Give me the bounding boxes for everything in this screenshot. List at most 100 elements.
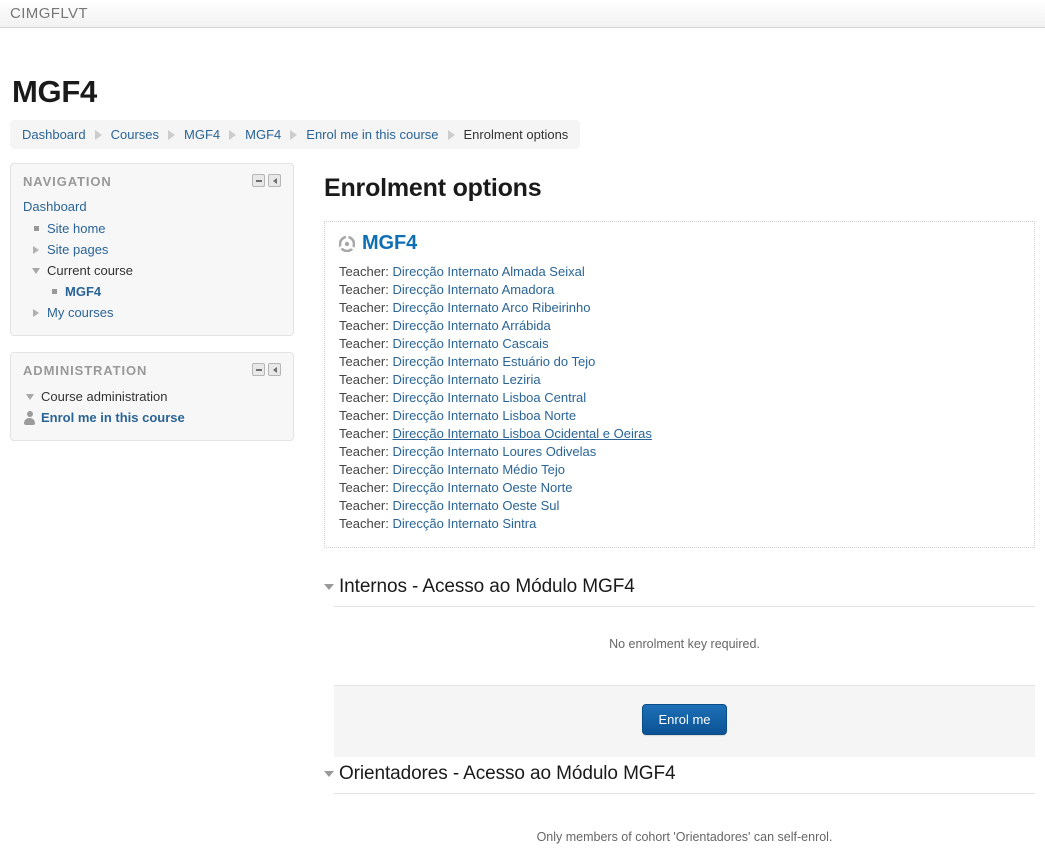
chevron-down-icon[interactable] [324,584,334,590]
chevron-right-icon[interactable] [29,246,43,254]
list-item: Site home [23,218,281,239]
teacher-link[interactable]: Direcção Internato Leziria [393,372,541,387]
square-bullet-icon [47,289,61,294]
teacher-link[interactable]: Direcção Internato Estuário do Tejo [393,354,596,369]
enrol-me-button[interactable]: Enrol me [642,704,726,735]
list-item: MGF4 [23,281,281,302]
site-brand[interactable]: CIMGFLVT [10,5,88,22]
enrolment-method-orientadores: Orientadores - Acesso ao Módulo MGF4 Onl… [324,761,1035,865]
teacher-label: Teacher: [339,300,389,315]
sidebar-item-label[interactable]: Site home [47,220,106,237]
teacher-label: Teacher: [339,516,389,531]
teacher-link[interactable]: Direcção Internato Oeste Sul [393,498,560,513]
sidebar-item-current-course[interactable]: Current course [23,260,281,281]
teacher-link[interactable]: Direcção Internato Arrábida [393,318,551,333]
teacher-row: Teacher: Direcção Internato Médio Tejo [339,461,1020,479]
teacher-row: Teacher: Direcção Internato Loures Odive… [339,443,1020,461]
breadcrumb-separator-icon [95,130,102,140]
breadcrumb-separator-icon [448,130,455,140]
teacher-link[interactable]: Direcção Internato Loures Odivelas [393,444,597,459]
chevron-down-icon[interactable] [29,268,43,274]
navigation-block-title: NAVIGATION [23,174,112,189]
sidebar-item-course-administration[interactable]: Course administration [23,386,281,407]
teacher-link[interactable]: Direcção Internato Sintra [393,516,537,531]
collapse-icon[interactable] [252,363,265,376]
page-title: MGF4 [12,74,1035,110]
teacher-label: Teacher: [339,462,389,477]
enrolment-actions: Enrol me [334,685,1035,757]
sidebar-item-my-courses[interactable]: My courses [23,302,281,323]
teacher-row: Teacher: Direcção Internato Cascais [339,335,1020,353]
sidebar-item-label[interactable]: Site pages [47,241,108,258]
teacher-label: Teacher: [339,390,389,405]
enrolment-method-body: Only members of cohort 'Orientadores' ca… [334,793,1035,865]
breadcrumb-item-enrol-me[interactable]: Enrol me in this course [306,127,438,142]
administration-block-title: ADMINISTRATION [23,363,147,378]
teacher-link[interactable]: Direcção Internato Lisboa Norte [393,408,577,423]
sidebar-item-site-pages[interactable]: Site pages [23,239,281,260]
teacher-row: Teacher: Direcção Internato Almada Seixa… [339,263,1020,281]
sidebar-item-dashboard[interactable]: Dashboard [23,197,281,218]
teacher-link[interactable]: Direcção Internato Cascais [393,336,549,351]
teacher-link[interactable]: Direcção Internato Arco Ribeirinho [393,300,591,315]
enrolment-method-body: No enrolment key required. Enrol me [334,606,1035,757]
page-columns: NAVIGATION Dashboard Site home [10,163,1035,865]
enrolment-cohort-message: Only members of cohort 'Orientadores' ca… [334,794,1035,865]
teacher-row: Teacher: Direcção Internato Oeste Sul [339,497,1020,515]
content-heading: Enrolment options [324,174,1035,203]
breadcrumb-item-course-mgf4[interactable]: MGF4 [245,127,281,142]
teacher-row: Teacher: Direcção Internato Leziria [339,371,1020,389]
teacher-label: Teacher: [339,498,389,513]
breadcrumb-item-enrolment-options: Enrolment options [464,127,569,142]
enrolment-method-header[interactable]: Orientadores - Acesso ao Módulo MGF4 [324,761,1035,793]
teacher-link[interactable]: Direcção Internato Amadora [393,282,555,297]
teacher-link[interactable]: Direcção Internato Médio Tejo [393,462,565,477]
breadcrumb-item-courses[interactable]: Courses [111,127,159,142]
teacher-label: Teacher: [339,318,389,333]
sidebar: NAVIGATION Dashboard Site home [10,163,294,457]
list-item: Site pages [23,239,281,260]
breadcrumb-item-dashboard[interactable]: Dashboard [22,127,86,142]
teacher-row: Teacher: Direcção Internato Arrábida [339,317,1020,335]
breadcrumb-separator-icon [229,130,236,140]
sidebar-item-site-home[interactable]: Site home [23,218,281,239]
teacher-link[interactable]: Direcção Internato Lisboa Central [393,390,587,405]
teacher-link[interactable]: Direcção Internato Oeste Norte [393,480,573,495]
sidebar-item-label: Course administration [41,388,167,405]
chevron-down-icon[interactable] [324,771,334,777]
teacher-row: Teacher: Direcção Internato Estuário do … [339,353,1020,371]
dock-left-icon[interactable] [268,174,281,187]
administration-block: ADMINISTRATION Course administration Enr… [10,352,294,441]
sidebar-item-mgf4[interactable]: MGF4 [23,281,281,302]
teacher-row: Teacher: Direcção Internato Amadora [339,281,1020,299]
chevron-right-icon[interactable] [29,309,43,317]
teacher-row: Teacher: Direcção Internato Lisboa Ocide… [339,425,1020,443]
list-item: Current course [23,260,281,281]
teacher-label: Teacher: [339,264,389,279]
top-navbar: CIMGFLVT [0,0,1045,28]
course-summary-box: MGF4 Teacher: Direcção Internato Almada … [324,221,1035,548]
teacher-label: Teacher: [339,408,389,423]
administration-block-controls [252,363,281,376]
breadcrumb: Dashboard Courses MGF4 MGF4 Enrol me in … [10,120,580,149]
person-icon [23,411,36,425]
enrolment-method-internos: Internos - Acesso ao Módulo MGF4 No enro… [324,574,1035,757]
page-wrapper: MGF4 Dashboard Courses MGF4 MGF4 Enrol m… [0,74,1045,865]
dock-left-icon[interactable] [268,363,281,376]
sidebar-item-label[interactable]: MGF4 [65,283,101,300]
sidebar-item-label[interactable]: Dashboard [23,198,87,215]
main-content: Enrolment options MGF4 Te [294,163,1035,865]
sidebar-item-enrol-me-in-this-course[interactable]: Enrol me in this course [23,407,281,428]
teacher-link[interactable]: Direcção Internato Lisboa Ocidental e Oe… [393,426,652,441]
sidebar-item-label[interactable]: My courses [47,304,113,321]
course-circle-icon [339,236,355,252]
chevron-down-icon[interactable] [23,394,37,400]
breadcrumb-item-category-mgf4[interactable]: MGF4 [184,127,220,142]
sidebar-item-label: Current course [47,262,133,279]
teacher-link[interactable]: Direcção Internato Almada Seixal [393,264,585,279]
sidebar-item-label[interactable]: Enrol me in this course [41,410,185,425]
collapse-icon[interactable] [252,174,265,187]
list-item: My courses [23,302,281,323]
enrolment-method-header[interactable]: Internos - Acesso ao Módulo MGF4 [324,574,1035,606]
course-name-link[interactable]: MGF4 [362,232,417,255]
